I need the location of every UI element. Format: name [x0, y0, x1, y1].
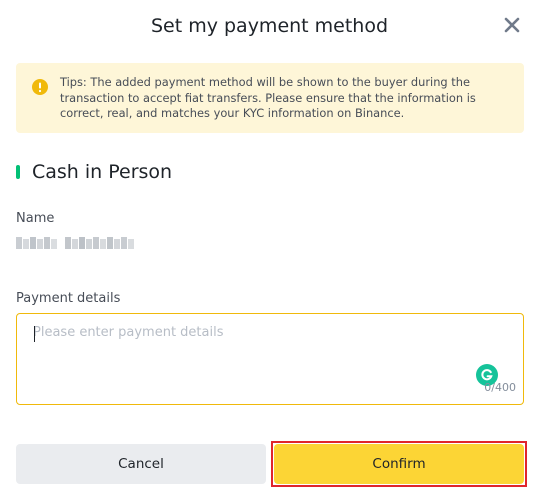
warning-circle-icon — [32, 79, 48, 95]
tips-text: Tips: The added payment method will be s… — [60, 75, 476, 120]
close-icon[interactable] — [501, 14, 523, 36]
cancel-button[interactable]: Cancel — [16, 444, 266, 484]
payment-details-input[interactable] — [18, 315, 522, 381]
payment-details-field: 0/400 — [16, 313, 524, 405]
name-label: Name — [16, 211, 55, 226]
dialog-title: Set my payment method — [150, 15, 389, 37]
char-count: 0/400 — [484, 381, 516, 394]
text-caret — [34, 326, 35, 342]
tips-banner: Tips: The added payment method will be s… — [16, 63, 524, 133]
confirm-button[interactable]: Confirm — [274, 444, 524, 484]
section-title: Cash in Person — [32, 161, 173, 183]
payment-details-label: Payment details — [16, 291, 121, 306]
name-value-blurred — [16, 234, 136, 252]
section-marker — [16, 165, 20, 179]
